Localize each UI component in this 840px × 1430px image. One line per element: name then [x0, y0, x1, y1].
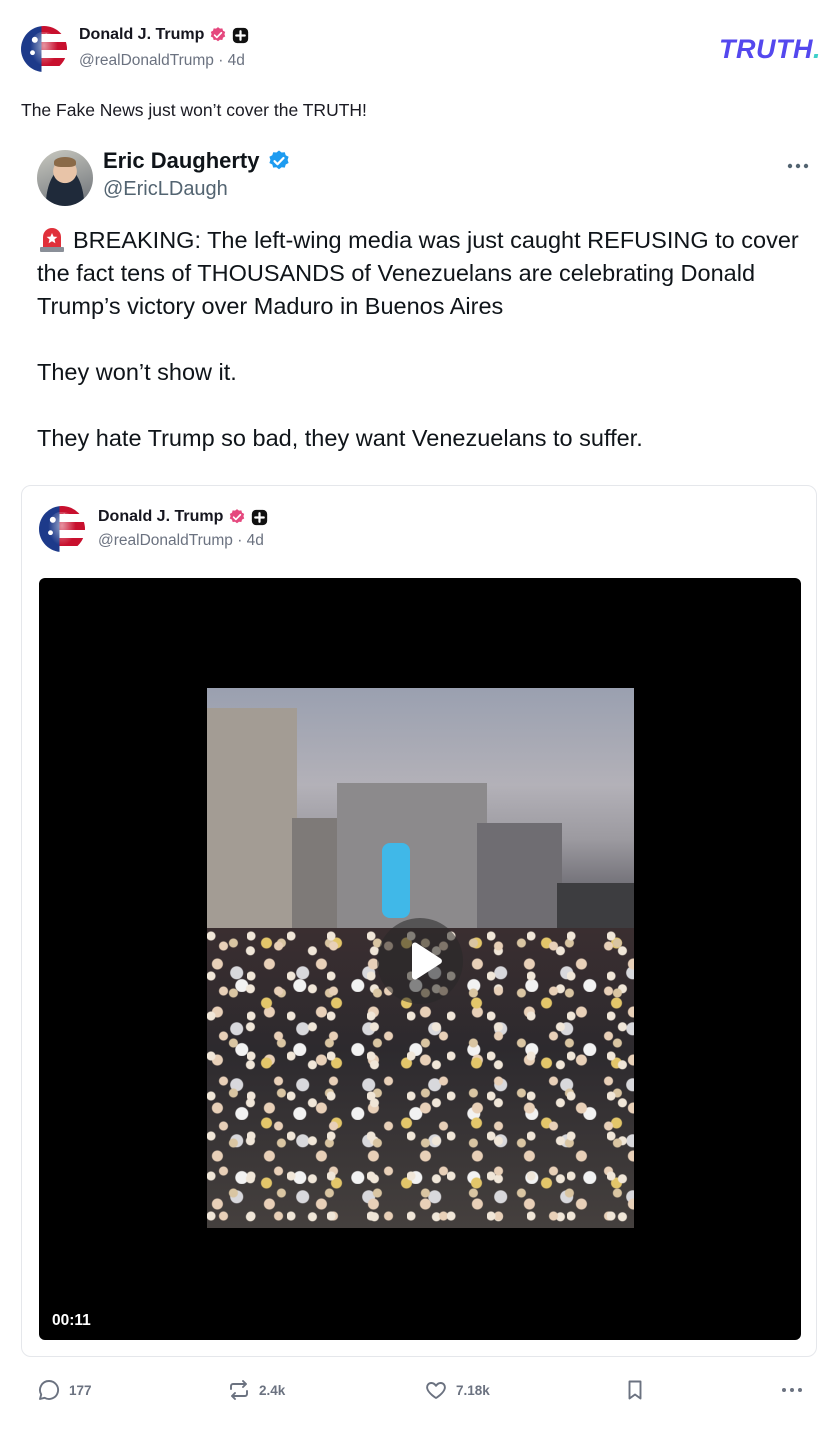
video-duration: 00:11: [52, 1312, 91, 1329]
verified-check-icon: [268, 150, 289, 170]
author-name-row: Donald J. Trump: [79, 26, 249, 44]
tweet-paragraph: BREAKING: The left-wing media was just c…: [37, 224, 817, 323]
logo-dot: .: [812, 34, 821, 64]
tweet-paragraph: They won’t show it.: [37, 359, 237, 385]
tweet-paragraph: They hate Trump so bad, they want Venezu…: [37, 425, 643, 451]
reply-icon: [39, 1380, 60, 1400]
more-options-button[interactable]: [780, 1378, 804, 1402]
bookmark-icon: [628, 1380, 642, 1400]
plus-badge-icon: [252, 509, 268, 525]
author-handle[interactable]: @realDonaldTrump · 4d: [79, 52, 245, 70]
action-bar: 177 2.4k 7.18k: [37, 1378, 817, 1408]
like-count: 7.18k: [456, 1382, 490, 1398]
retruth-icon: [230, 1380, 248, 1400]
quoted-author-avatar[interactable]: [39, 506, 85, 552]
more-horizontal-icon[interactable]: [786, 154, 810, 178]
play-button[interactable]: [377, 918, 463, 1004]
author-name[interactable]: Donald J. Trump: [79, 26, 204, 44]
quoted-author-handle[interactable]: @realDonaldTrump · 4d: [98, 532, 264, 550]
bookmark-button[interactable]: [623, 1378, 647, 1402]
quoted-author-name-row: Donald J. Trump: [98, 508, 268, 526]
tweet-author-avatar[interactable]: [37, 150, 93, 206]
verified-badge-icon: [211, 27, 226, 42]
truth-logo[interactable]: TRUTH.: [719, 34, 821, 65]
post-header: Donald J. Trump @realDonaldTrump · 4d TR…: [21, 24, 821, 76]
more-horizontal-icon: [782, 1388, 802, 1392]
tweet-author-handle[interactable]: @EricLDaugh: [103, 178, 228, 201]
logo-text: TRUTH: [719, 34, 813, 64]
siren-emoji-icon: [40, 228, 64, 252]
retruth-count: 2.4k: [259, 1382, 286, 1398]
quoted-post-card[interactable]: Donald J. Trump @realDonaldTrump · 4d 00: [21, 485, 817, 1357]
verified-badge-icon: [230, 509, 245, 524]
tweet-body: BREAKING: The left-wing media was just c…: [37, 224, 817, 488]
quoted-author-name[interactable]: Donald J. Trump: [98, 508, 223, 526]
tweet-author-name-row: Eric Daugherty: [103, 148, 291, 174]
like-button[interactable]: 7.18k: [424, 1378, 490, 1402]
reply-count: 177: [69, 1382, 92, 1398]
author-avatar[interactable]: [21, 26, 67, 72]
play-icon: [412, 942, 442, 980]
tweet-author-name[interactable]: Eric Daugherty: [103, 148, 260, 174]
retruth-button[interactable]: 2.4k: [227, 1378, 285, 1402]
video-player[interactable]: 00:11: [39, 578, 801, 1340]
plus-badge-icon: [233, 27, 249, 43]
post-caption: The Fake News just won’t cover the TRUTH…: [21, 100, 367, 120]
reply-button[interactable]: 177: [37, 1378, 92, 1402]
heart-icon: [426, 1382, 446, 1399]
tweet-paragraph-text: BREAKING: The left-wing media was just c…: [37, 227, 799, 319]
